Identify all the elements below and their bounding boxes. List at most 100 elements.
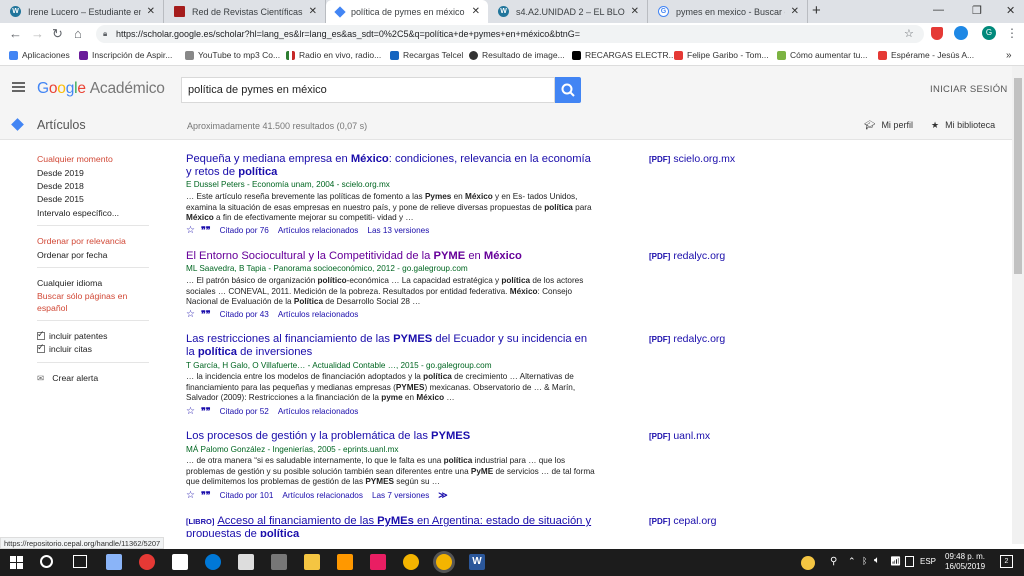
maximize-icon[interactable]: ❐	[972, 4, 982, 17]
cite-quote-icon[interactable]: ❞❞	[201, 309, 211, 320]
browser-tab-5[interactable]: G pymes en mexico - Buscar con Go ✕	[648, 0, 808, 23]
close-tab-icon[interactable]: ✕	[147, 6, 155, 17]
close-tab-icon[interactable]: ✕	[472, 6, 480, 17]
minimize-icon[interactable]: —	[933, 4, 944, 16]
search-button[interactable]	[555, 77, 581, 103]
filter-since-2015[interactable]: Desde 2015	[37, 194, 84, 204]
my-library-link[interactable]: ★ Mi biblioteca	[931, 120, 995, 131]
tray-chevron-icon[interactable]: ⌃	[848, 556, 856, 567]
filter-spanish-only-cont[interactable]: español	[37, 303, 67, 313]
mail-icon[interactable]	[172, 554, 188, 570]
filter-since-2019[interactable]: Desde 2019	[37, 168, 84, 178]
hp-icon[interactable]	[954, 26, 968, 40]
address-bar[interactable]: 🔒︎ https://scholar.google.es/scholar?hl=…	[96, 25, 924, 43]
browser-tab-4[interactable]: W s4.A2.UNIDAD 2 – EL BLOG DE K ✕	[488, 0, 648, 23]
media-player-icon[interactable]	[337, 554, 353, 570]
browser-tab-2[interactable]: Red de Revistas Científicas de Am ✕	[164, 0, 326, 23]
bookmark-item[interactable]: Radio en vivo, radio...	[286, 50, 381, 60]
bookmark-item[interactable]: YouTube to mp3 Co...	[185, 50, 280, 60]
cite-quote-icon[interactable]: ❞❞	[201, 406, 211, 417]
related-articles-link[interactable]: Artículos relacionados	[278, 310, 359, 319]
versions-link[interactable]: Las 7 versiones	[372, 491, 429, 500]
pdf-link[interactable]: [PDF] redalyc.org	[649, 250, 725, 262]
input-language[interactable]: ESP	[920, 557, 936, 566]
system-clock[interactable]: 09:48 p. m. 16/05/2019	[945, 552, 985, 572]
cited-by-link[interactable]: Citado por 43	[220, 310, 269, 319]
related-articles-link[interactable]: Artículos relacionados	[278, 226, 359, 235]
google-scholar-logo[interactable]: Google Académico	[37, 80, 165, 98]
sort-date[interactable]: Ordenar por fecha	[37, 250, 108, 260]
result-title-link[interactable]: Los procesos de gestión y la problemátic…	[186, 430, 596, 443]
home-icon[interactable]: ⌂	[74, 26, 82, 41]
save-star-icon[interactable]: ☆	[186, 406, 195, 417]
forward-arrow-icon[interactable]: →	[31, 26, 44, 41]
related-articles-link[interactable]: Artículos relacionados	[278, 407, 359, 416]
include-citations-checkbox[interactable]: incluir citas	[37, 342, 92, 354]
bookmark-star-icon[interactable]: ☆	[904, 25, 914, 43]
brave-shield-icon[interactable]	[931, 27, 943, 40]
bookmark-item[interactable]: Recargas Telcel	[390, 50, 463, 60]
back-arrow-icon[interactable]: ←	[9, 26, 22, 41]
pdf-link[interactable]: [PDF] scielo.org.mx	[649, 153, 735, 165]
cortana-search-icon[interactable]	[40, 555, 53, 568]
bookmark-item[interactable]: RECARGAS ELECTR...	[572, 50, 676, 60]
menu-dots-icon[interactable]: ⋮	[1006, 26, 1018, 40]
task-view-icon[interactable]	[73, 555, 87, 568]
file-explorer-app-icon[interactable]	[106, 554, 122, 570]
people-icon[interactable]: ⚲	[830, 556, 837, 567]
result-authors[interactable]: E Dussel Peters - Economía unam, 2004 - …	[186, 180, 390, 189]
save-star-icon[interactable]: ☆	[186, 309, 195, 320]
pdf-link[interactable]: [PDF] redalyc.org	[649, 333, 725, 345]
bluetooth-icon[interactable]: ᛒ	[862, 556, 867, 566]
chrome-icon[interactable]	[403, 554, 419, 570]
filter-custom-range[interactable]: Intervalo específico...	[37, 208, 119, 218]
bookmark-aplicaciones[interactable]: Aplicaciones	[9, 50, 70, 60]
result-title-link[interactable]: Las restricciones al financiamiento de l…	[186, 333, 596, 359]
help-icon[interactable]	[801, 556, 815, 570]
volume-icon[interactable]: 🔈︎	[874, 555, 880, 566]
save-star-icon[interactable]: ☆	[186, 225, 195, 236]
related-articles-link[interactable]: Artículos relacionados	[282, 491, 363, 500]
create-alert-link[interactable]: ✉ Crear alerta	[37, 373, 98, 384]
bookmark-item[interactable]: Espérame - Jesús A...	[878, 50, 974, 60]
browser-tab-3-active[interactable]: política de pymes en méxico - Go ✕	[326, 0, 488, 23]
result-title-link[interactable]: [LIBRO] Acceso al financiamiento de las P…	[186, 515, 596, 537]
folder-icon[interactable]	[304, 554, 320, 570]
pdf-link[interactable]: [PDF] cepal.org	[649, 515, 717, 527]
cite-quote-icon[interactable]: ❞❞	[201, 490, 211, 501]
result-title-link[interactable]: Pequeña y mediana empresa en México: con…	[186, 153, 596, 179]
filter-any-language[interactable]: Cualquier idioma	[37, 278, 102, 288]
cite-quote-icon[interactable]: ❞❞	[201, 225, 211, 236]
calculator-icon[interactable]	[271, 554, 287, 570]
filter-spanish-only[interactable]: Buscar sólo páginas en	[37, 291, 127, 301]
close-tab-icon[interactable]: ✕	[791, 6, 799, 17]
pdf-link[interactable]: [PDF] uanl.mx	[649, 430, 710, 442]
edge-browser-icon[interactable]	[205, 554, 221, 570]
profile-avatar[interactable]: G	[982, 26, 996, 40]
more-actions-icon[interactable]: ≫	[438, 490, 447, 501]
my-profile-link[interactable]: 🎓︎ Mi perfil	[864, 120, 913, 131]
bookmark-item[interactable]: Felipe Garibo - Tom...	[674, 50, 769, 60]
new-tab-button[interactable]: +	[812, 2, 821, 19]
close-tab-icon[interactable]: ✕	[631, 6, 639, 17]
cited-by-link[interactable]: Citado por 101	[220, 491, 274, 500]
bookmark-item[interactable]: Inscripción de Aspir...	[79, 50, 172, 60]
result-title-link[interactable]: El Entorno Sociocultural y la Competitiv…	[186, 250, 596, 263]
more-bookmarks-button[interactable]: »	[1006, 50, 1012, 61]
app-icon[interactable]	[139, 554, 155, 570]
login-button[interactable]: INICIAR SESIÓN	[930, 84, 1008, 95]
action-center-icon[interactable]: 2	[1000, 555, 1013, 568]
cited-by-link[interactable]: Citado por 52	[220, 407, 269, 416]
close-window-icon[interactable]: ✕	[1006, 4, 1015, 17]
windows-start-icon[interactable]	[10, 556, 23, 569]
battery-icon[interactable]	[905, 556, 914, 567]
result-authors[interactable]: MÁ Palomo González - Ingenierías, 2005 -…	[186, 445, 399, 454]
reload-icon[interactable]: ↻	[52, 26, 63, 42]
scrollbar-thumb[interactable]	[1014, 78, 1022, 274]
chrome-active-icon[interactable]	[436, 554, 452, 570]
sort-relevance[interactable]: Ordenar por relevancia	[37, 236, 126, 246]
filter-any-time[interactable]: Cualquier momento	[37, 154, 113, 164]
photos-icon[interactable]	[370, 554, 386, 570]
cited-by-link[interactable]: Citado por 76	[220, 226, 269, 235]
wifi-icon[interactable]: 📶︎	[890, 556, 901, 567]
